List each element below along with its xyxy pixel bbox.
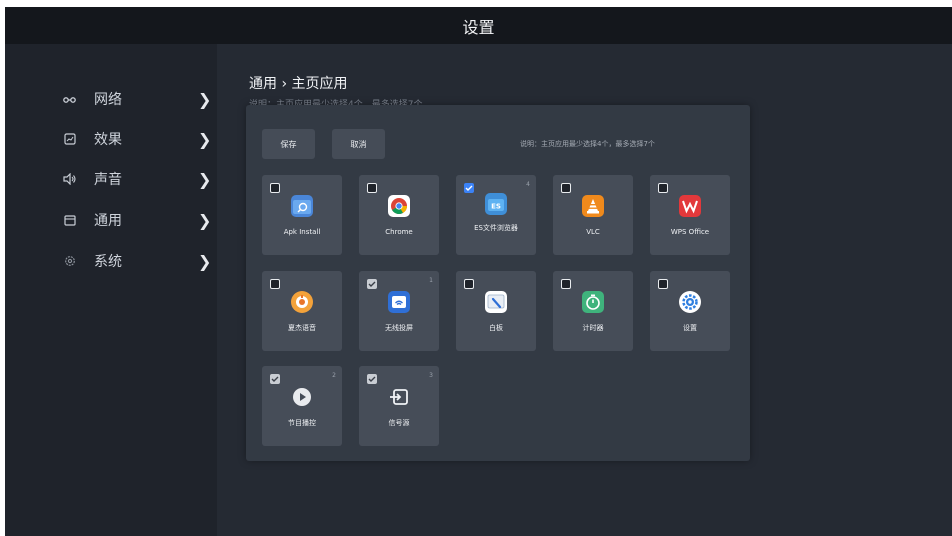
app-tile-wireless-cast[interactable]: 1 无线投屏 bbox=[359, 271, 439, 351]
app-tile-es-file-explorer[interactable]: 4 ES ES文件浏览器 bbox=[456, 175, 536, 255]
checkbox[interactable] bbox=[658, 183, 668, 193]
picture-icon bbox=[63, 132, 77, 146]
whiteboard-icon bbox=[485, 291, 507, 313]
system-gear-icon bbox=[63, 254, 77, 268]
timer-icon bbox=[582, 291, 604, 313]
app-name: 信号源 bbox=[388, 419, 410, 427]
sidebar-item-label: 效果 bbox=[94, 132, 122, 148]
chrome-icon bbox=[388, 195, 410, 217]
settings-icon bbox=[679, 291, 701, 313]
app-tile-settings[interactable]: 设置 bbox=[650, 271, 730, 351]
title-bar: 设置 bbox=[5, 7, 952, 44]
app-name: WPS Office bbox=[670, 228, 710, 236]
app-tile-vlc[interactable]: VLC bbox=[553, 175, 633, 255]
checkbox[interactable] bbox=[561, 183, 571, 193]
sidebar-item-network[interactable]: 网络 ❯ bbox=[5, 79, 217, 119]
checkbox-checked[interactable] bbox=[367, 279, 377, 289]
breadcrumb: 通用 › 主页应用 bbox=[249, 76, 348, 92]
checkbox[interactable] bbox=[658, 279, 668, 289]
signal-source-icon bbox=[388, 386, 410, 408]
sidebar-item-effects[interactable]: 效果 ❯ bbox=[5, 119, 217, 159]
app-tile-apk-install[interactable]: Apk Install bbox=[262, 175, 342, 255]
app-name: ES文件浏览器 bbox=[474, 224, 518, 232]
sidebar-item-label: 网络 bbox=[94, 92, 122, 108]
voice-assistant-icon bbox=[291, 291, 313, 313]
sidebar-item-label: 系统 bbox=[94, 254, 122, 270]
app-name: Chrome bbox=[385, 228, 413, 236]
app-name: 夏杰语音 bbox=[288, 324, 316, 332]
selection-order: 3 bbox=[429, 372, 433, 379]
app-name: 节目播控 bbox=[288, 419, 316, 427]
app-name: 无线投屏 bbox=[385, 324, 413, 332]
play-control-icon bbox=[291, 386, 313, 408]
sidebar-item-label: 声音 bbox=[94, 172, 122, 188]
general-icon bbox=[63, 213, 77, 227]
app-name: 白板 bbox=[489, 324, 503, 332]
settings-screen: 设置 网络 ❯ 效果 ❯ 声音 ❯ 通用 ❯ 系统 ❯ 通用 › 主页应用 保存… bbox=[5, 7, 952, 536]
save-button[interactable]: 保存 bbox=[262, 129, 315, 159]
es-file-explorer-icon: ES bbox=[485, 193, 507, 215]
selection-order: 1 bbox=[429, 277, 433, 284]
app-name: 设置 bbox=[683, 324, 697, 332]
app-tile-wps-office[interactable]: WPS Office bbox=[650, 175, 730, 255]
sidebar: 网络 ❯ 效果 ❯ 声音 ❯ 通用 ❯ 系统 ❯ bbox=[5, 44, 217, 536]
wps-office-icon bbox=[679, 195, 701, 217]
cancel-button[interactable]: 取消 bbox=[332, 129, 385, 159]
app-tile-play-control[interactable]: 2 节目播控 bbox=[262, 366, 342, 446]
sidebar-item-general[interactable]: 通用 ❯ bbox=[5, 200, 217, 240]
app-tile-whiteboard[interactable]: 白板 bbox=[456, 271, 536, 351]
chevron-right-icon: ❯ bbox=[198, 169, 212, 189]
sidebar-item-label: 通用 bbox=[94, 213, 122, 229]
checkbox[interactable] bbox=[367, 183, 377, 193]
checkbox[interactable] bbox=[561, 279, 571, 289]
app-name: VLC bbox=[586, 228, 600, 236]
app-tile-voice-assistant[interactable]: 夏杰语音 bbox=[262, 271, 342, 351]
checkbox-checked[interactable] bbox=[464, 183, 474, 193]
vlc-icon bbox=[582, 195, 604, 217]
sidebar-item-sound[interactable]: 声音 ❯ bbox=[5, 159, 217, 199]
svg-text:ES: ES bbox=[491, 203, 501, 211]
home-apps-dialog: 保存 取消 说明：主页应用最少选择4个，最多选择7个 Apk Install C… bbox=[246, 105, 750, 461]
app-tile-chrome[interactable]: Chrome bbox=[359, 175, 439, 255]
checkbox[interactable] bbox=[464, 279, 474, 289]
page-title: 设置 bbox=[462, 17, 495, 37]
chevron-right-icon: ❯ bbox=[198, 251, 212, 271]
speaker-icon bbox=[63, 172, 77, 186]
app-tile-timer[interactable]: 计时器 bbox=[553, 271, 633, 351]
checkbox[interactable] bbox=[270, 279, 280, 289]
network-icon bbox=[63, 92, 77, 106]
sidebar-item-system[interactable]: 系统 ❯ bbox=[5, 241, 217, 281]
selection-order: 2 bbox=[332, 372, 336, 379]
chevron-right-icon: ❯ bbox=[198, 210, 212, 230]
wireless-cast-icon bbox=[388, 291, 410, 313]
app-tile-signal-source[interactable]: 3 信号源 bbox=[359, 366, 439, 446]
chevron-right-icon: ❯ bbox=[198, 129, 212, 149]
chevron-right-icon: ❯ bbox=[198, 89, 212, 109]
selection-order: 4 bbox=[526, 181, 530, 188]
checkbox-checked[interactable] bbox=[367, 374, 377, 384]
apk-install-icon bbox=[291, 195, 313, 217]
app-name: Apk Install bbox=[283, 228, 321, 236]
app-name: 计时器 bbox=[582, 324, 604, 332]
selection-note: 说明：主页应用最少选择4个，最多选择7个 bbox=[520, 140, 655, 148]
checkbox-checked[interactable] bbox=[270, 374, 280, 384]
checkbox[interactable] bbox=[270, 183, 280, 193]
